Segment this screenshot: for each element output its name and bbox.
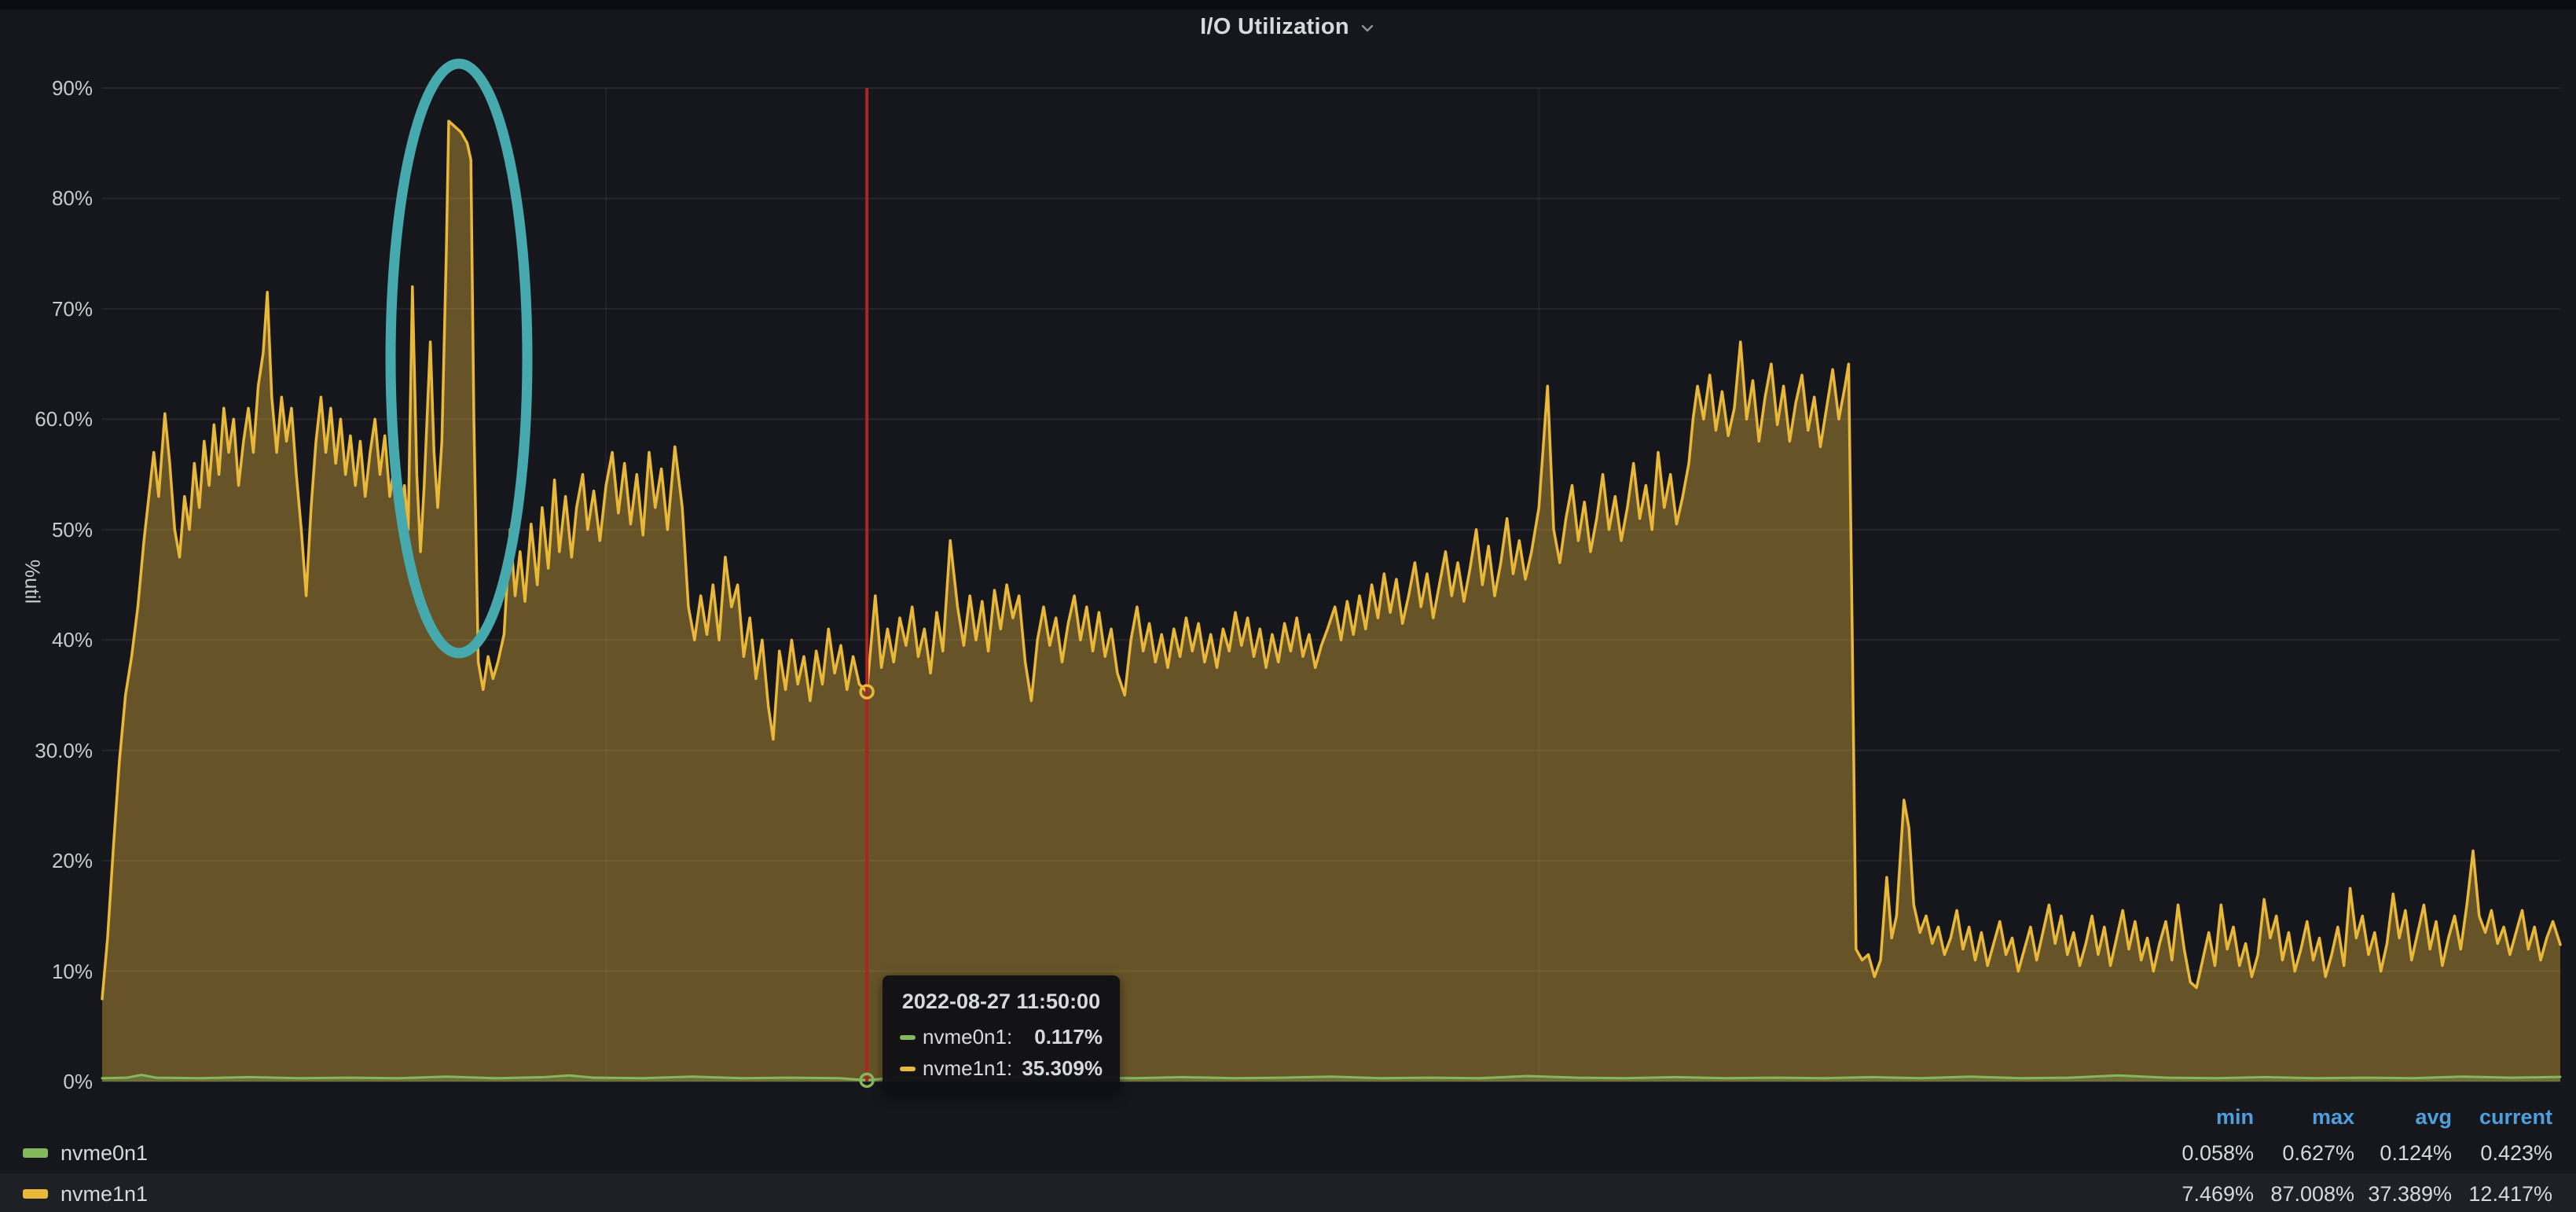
tooltip-series-value: 0.117% [1034, 1025, 1103, 1049]
y-tick-label: 10% [5, 960, 93, 983]
y-axis-title: %util [20, 560, 45, 604]
plot-area[interactable] [102, 88, 2560, 1082]
y-tick-label: 0% [5, 1070, 93, 1093]
legend-series-name[interactable]: nvme1n1 [61, 1182, 148, 1206]
series-color-dash-icon [900, 1035, 916, 1040]
chevron-down-icon[interactable] [1359, 20, 1376, 37]
y-tick-label: 30.0% [5, 739, 93, 762]
legend-stat-avg: 0.124% [2380, 1141, 2452, 1166]
tooltip-series-value: 35.309% [1022, 1056, 1103, 1081]
grafana-panel: I/O Utilization %util 90% 80% 70% 60.0% 50% 4… [0, 0, 2576, 1212]
panel-header[interactable]: I/O Utilization [0, 9, 2576, 44]
y-tick-label: 70% [5, 297, 93, 321]
y-tick-label: 40% [5, 628, 93, 652]
y-tick-label: 50% [5, 518, 93, 542]
tooltip-series-label: nvme0n1: [923, 1025, 1012, 1049]
y-tick-label: 80% [5, 186, 93, 210]
legend-stat-max: 87.008% [2270, 1182, 2354, 1206]
panel-title: I/O Utilization [1200, 14, 1349, 40]
tooltip-rows: nvme0n1: 0.117% nvme1n1: 35.309% [900, 1025, 1103, 1081]
chart-tooltip: 2022-08-27 11:50:00 nvme0n1: 0.117% nvme1n… [883, 975, 1120, 1093]
legend-stat-min: 0.058% [2182, 1141, 2254, 1166]
legend-stat-current: 0.423% [2480, 1141, 2552, 1166]
legend-header-avg[interactable]: avg [2415, 1100, 2452, 1133]
legend-row-nvme0n1[interactable]: nvme0n1 0.058% 0.627% 0.124% 0.423% [0, 1133, 2576, 1173]
legend-header-max[interactable]: max [2312, 1100, 2354, 1133]
legend-series-name[interactable]: nvme0n1 [61, 1141, 148, 1166]
series-color-dash-icon [900, 1067, 916, 1071]
legend-row-nvme1n1[interactable]: nvme1n1 7.469% 87.008% 37.389% 12.417% [0, 1173, 2576, 1212]
legend-stat-current: 12.417% [2468, 1182, 2552, 1206]
legend-stat-avg: 37.389% [2368, 1182, 2452, 1206]
timeseries-chart[interactable] [102, 88, 2560, 1082]
y-tick-label: 20% [5, 849, 93, 872]
legend-stat-max: 0.627% [2282, 1141, 2354, 1166]
legend-header-min[interactable]: min [2216, 1100, 2254, 1133]
legend-swatch-icon[interactable] [23, 1148, 48, 1158]
legend-header-current[interactable]: current [2479, 1100, 2552, 1133]
page-top-strip [0, 0, 2576, 9]
tooltip-row: nvme1n1: 35.309% [900, 1056, 1103, 1081]
tooltip-row: nvme0n1: 0.117% [900, 1025, 1103, 1049]
legend-swatch-icon[interactable] [23, 1189, 48, 1199]
tooltip-series-label: nvme1n1: [923, 1056, 1012, 1081]
y-tick-label: 60.0% [5, 407, 93, 431]
tooltip-timestamp: 2022-08-27 11:50:00 [900, 990, 1103, 1014]
legend-stat-min: 7.469% [2182, 1182, 2254, 1206]
y-tick-label: 90% [5, 76, 93, 100]
